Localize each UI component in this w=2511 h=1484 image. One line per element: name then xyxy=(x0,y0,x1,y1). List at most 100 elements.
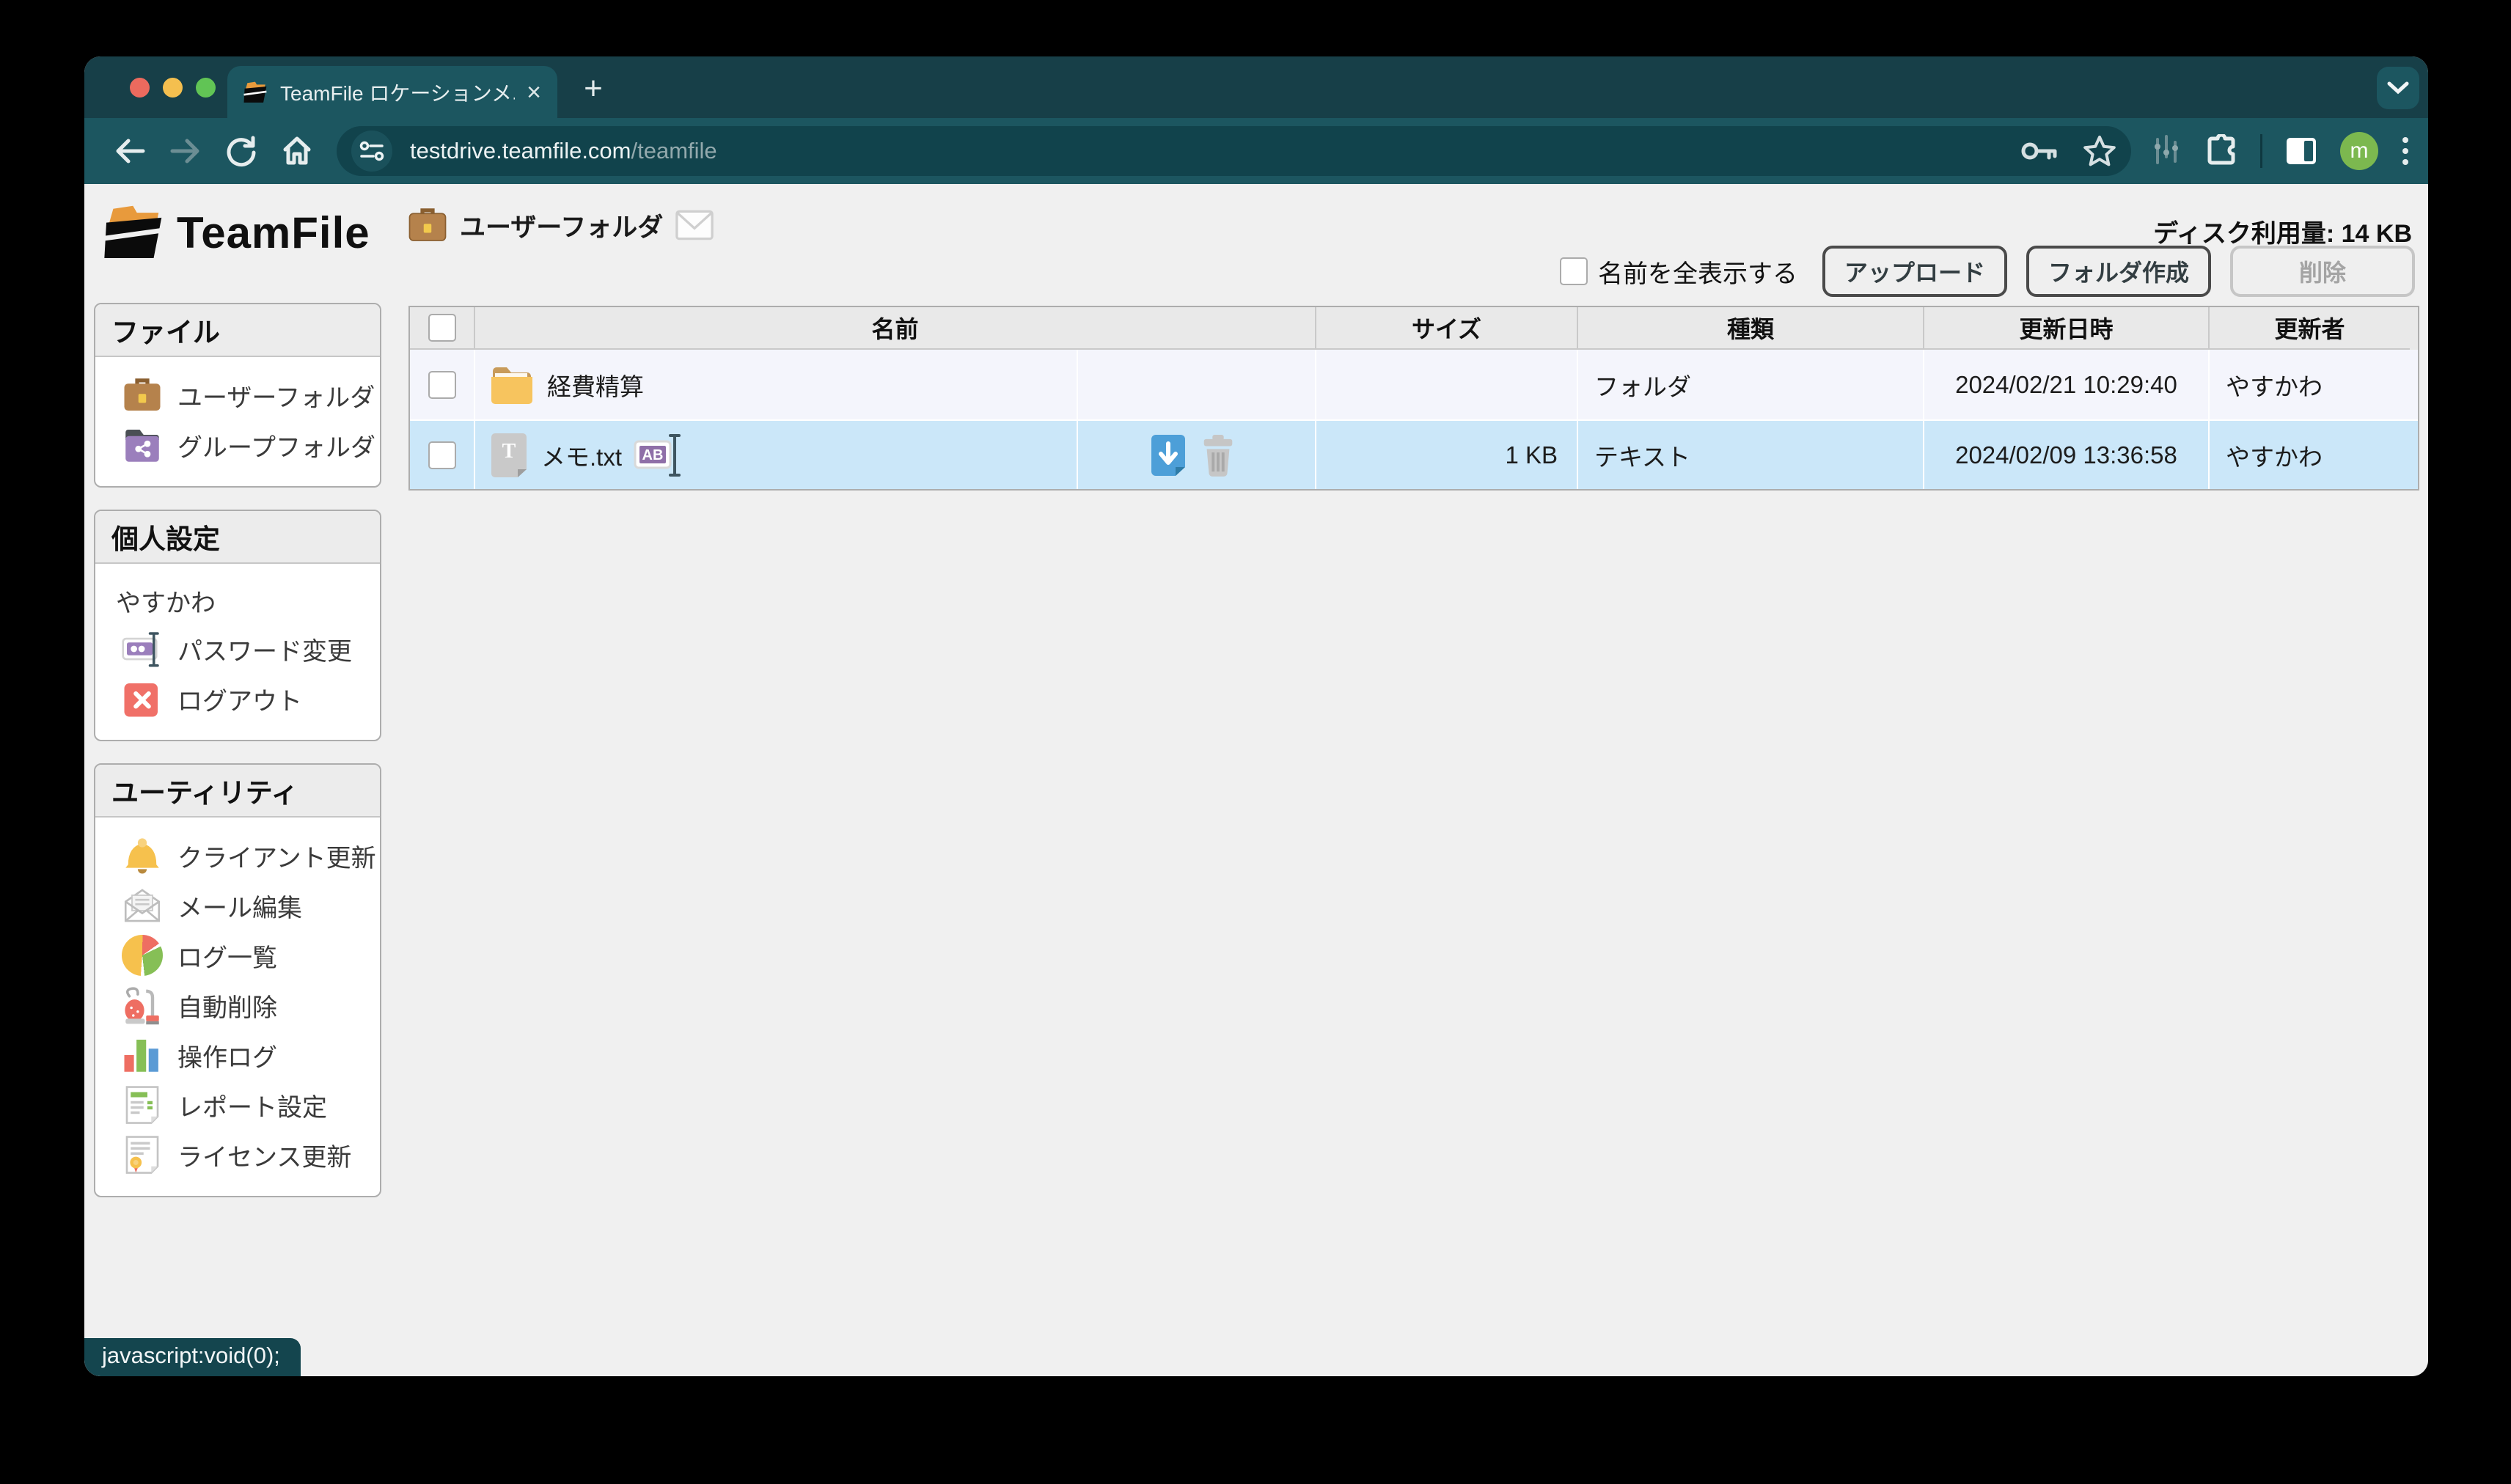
page-header: TeamFile ユーザーフォルダ ディスク利用量: 14 KB 名前を全表示す… xyxy=(84,184,2428,303)
sidebar-item-log-list[interactable]: ログ一覧 xyxy=(95,930,380,980)
file-table: 名前 サイズ 種類 更新日時 更新者 経費精算 フォルダ 2024/02/21 … xyxy=(408,306,2419,491)
file-updater: やすかわ xyxy=(2208,421,2410,489)
side-panel-icon[interactable] xyxy=(2284,136,2318,166)
zoom-window-button[interactable] xyxy=(196,78,216,98)
sidebar: ファイル ユーザーフォルダ グループフォルダ 個人設定 やすかわ パスワード変更… xyxy=(94,303,381,1219)
tab-close-icon[interactable]: × xyxy=(527,80,541,105)
tab-teamfile[interactable]: TeamFile ロケーションメニュー × xyxy=(227,66,557,118)
briefcase-icon xyxy=(408,208,447,241)
mail-notify-icon[interactable] xyxy=(675,208,714,242)
show-names-checkbox[interactable] xyxy=(1560,257,1588,285)
download-icon[interactable] xyxy=(1148,433,1188,477)
text-file-icon: T xyxy=(491,433,527,477)
briefcase-icon xyxy=(124,378,161,411)
sidebar-item-change-password[interactable]: パスワード変更 xyxy=(95,624,380,674)
group-folder-icon xyxy=(125,430,159,462)
address-bar[interactable]: testdrive.teamfile.com/teamfile xyxy=(337,126,2131,176)
logo-text: TeamFile xyxy=(177,207,370,257)
close-window-button[interactable] xyxy=(130,78,150,98)
file-list: 名前 サイズ 種類 更新日時 更新者 経費精算 フォルダ 2024/02/21 … xyxy=(408,303,2419,491)
row-checkbox[interactable] xyxy=(428,441,456,469)
url-path: /teamfile xyxy=(631,138,717,164)
rename-icon[interactable]: AB xyxy=(634,433,685,478)
column-updater[interactable]: 更新者 xyxy=(2208,307,2410,350)
table-row-folder[interactable]: 経費精算 フォルダ 2024/02/21 10:29:40 やすかわ xyxy=(410,350,2418,419)
file-updater: やすかわ xyxy=(2208,350,2410,419)
select-all-cell xyxy=(410,307,474,350)
password-icon xyxy=(122,632,159,667)
row-actions xyxy=(1077,421,1315,489)
tab-strip: TeamFile ロケーションメニュー × + xyxy=(84,56,2428,118)
create-folder-button[interactable]: フォルダ作成 xyxy=(2026,246,2211,297)
table-header: 名前 サイズ 種類 更新日時 更新者 xyxy=(410,307,2418,350)
new-tab-button[interactable]: + xyxy=(577,73,609,106)
column-type[interactable]: 種類 xyxy=(1577,307,1923,350)
bookmark-star-icon[interactable] xyxy=(2083,135,2116,167)
pie-chart-icon xyxy=(122,935,163,976)
sidebar-item-mail-edit[interactable]: メール編集 xyxy=(95,881,380,930)
sidebar-item-auto-delete[interactable]: 自動削除 xyxy=(95,980,380,1030)
forward-button[interactable] xyxy=(168,133,203,169)
reload-button[interactable] xyxy=(224,133,259,169)
tab-organizer-icon[interactable] xyxy=(2150,135,2182,167)
sidebar-item-label: グループフォルダ xyxy=(177,433,375,462)
teamfile-logo[interactable]: TeamFile xyxy=(103,205,370,260)
column-size[interactable]: サイズ xyxy=(1315,307,1577,350)
sidebar-item-operation-log[interactable]: 操作ログ xyxy=(95,1030,380,1080)
site-settings-button[interactable] xyxy=(351,131,392,172)
current-folder-label: ユーザーフォルダ xyxy=(460,213,664,242)
home-icon xyxy=(283,136,311,165)
sidebar-item-logout[interactable]: ログアウト xyxy=(95,674,380,724)
file-size xyxy=(1315,350,1577,419)
sidebar-item-label: パスワード変更 xyxy=(177,637,352,666)
page-content: TeamFile ユーザーフォルダ ディスク利用量: 14 KB 名前を全表示す… xyxy=(84,184,2428,1376)
column-name[interactable]: 名前 xyxy=(474,307,1315,350)
file-name[interactable]: メモ.txt xyxy=(541,438,622,473)
select-all-checkbox[interactable] xyxy=(428,314,456,342)
delete-button[interactable]: 削除 xyxy=(2230,246,2415,297)
table-row-file[interactable]: T メモ.txt AB 1 KB テキスト 2024/02/09 13:36:5… xyxy=(410,419,2418,489)
vacuum-icon xyxy=(125,987,159,1025)
browser-menu-icon[interactable] xyxy=(2400,134,2411,168)
tab-search-button[interactable] xyxy=(2377,67,2419,109)
logo-folder-icon xyxy=(103,205,162,258)
sidebar-item-username: やすかわ xyxy=(95,577,380,624)
upload-button[interactable]: アップロード xyxy=(1822,246,2007,297)
username-label: やすかわ xyxy=(116,589,216,617)
avatar-letter: m xyxy=(2350,139,2369,163)
toolbar-controls: 名前を全表示する アップロード フォルダ作成 削除 xyxy=(1560,246,2415,297)
url-text[interactable]: testdrive.teamfile.com/teamfile xyxy=(410,138,2005,164)
file-type: フォルダ xyxy=(1577,350,1923,419)
sidebar-item-label: ライセンス更新 xyxy=(177,1143,352,1172)
sidebar-item-label: メール編集 xyxy=(177,894,302,922)
file-type: テキスト xyxy=(1577,421,1923,489)
sidebar-item-client-update[interactable]: クライアント更新 xyxy=(95,831,380,881)
extensions-puzzle-icon[interactable] xyxy=(2204,134,2238,168)
row-checkbox[interactable] xyxy=(428,370,456,399)
sidebar-item-report-settings[interactable]: レポート設定 xyxy=(95,1080,380,1130)
breadcrumb: ユーザーフォルダ xyxy=(407,205,714,246)
report-icon xyxy=(125,1086,159,1124)
sidebar-section-personal: 個人設定 やすかわ パスワード変更 ログアウト xyxy=(94,510,381,741)
sidebar-item-group-folder[interactable]: グループフォルダ xyxy=(95,420,380,470)
show-names-label: 名前を全表示する xyxy=(1598,260,1797,288)
sidebar-item-user-folder[interactable]: ユーザーフォルダ xyxy=(95,370,380,420)
column-modified[interactable]: 更新日時 xyxy=(1923,307,2208,350)
svg-text:T: T xyxy=(502,440,516,463)
trash-icon[interactable] xyxy=(1198,433,1238,477)
chevron-down-icon xyxy=(2387,81,2409,95)
back-button[interactable] xyxy=(112,133,147,169)
password-key-icon[interactable] xyxy=(2020,135,2058,167)
sidebar-item-label: クライアント更新 xyxy=(177,844,376,873)
browser-toolbar: testdrive.teamfile.com/teamfile m xyxy=(84,118,2428,184)
sidebar-item-label: 自動削除 xyxy=(177,993,277,1022)
minimize-window-button[interactable] xyxy=(163,78,183,98)
browser-window: TeamFile ロケーションメニュー × + xyxy=(84,56,2428,1376)
profile-avatar[interactable]: m xyxy=(2340,132,2378,170)
file-name[interactable]: 経費精算 xyxy=(547,367,644,403)
sidebar-item-license-update[interactable]: ライセンス更新 xyxy=(95,1130,380,1180)
file-modified: 2024/02/21 10:29:40 xyxy=(1923,350,2208,419)
bell-icon xyxy=(125,838,159,874)
url-host: testdrive.teamfile.com xyxy=(410,138,631,164)
home-button[interactable] xyxy=(279,133,315,169)
